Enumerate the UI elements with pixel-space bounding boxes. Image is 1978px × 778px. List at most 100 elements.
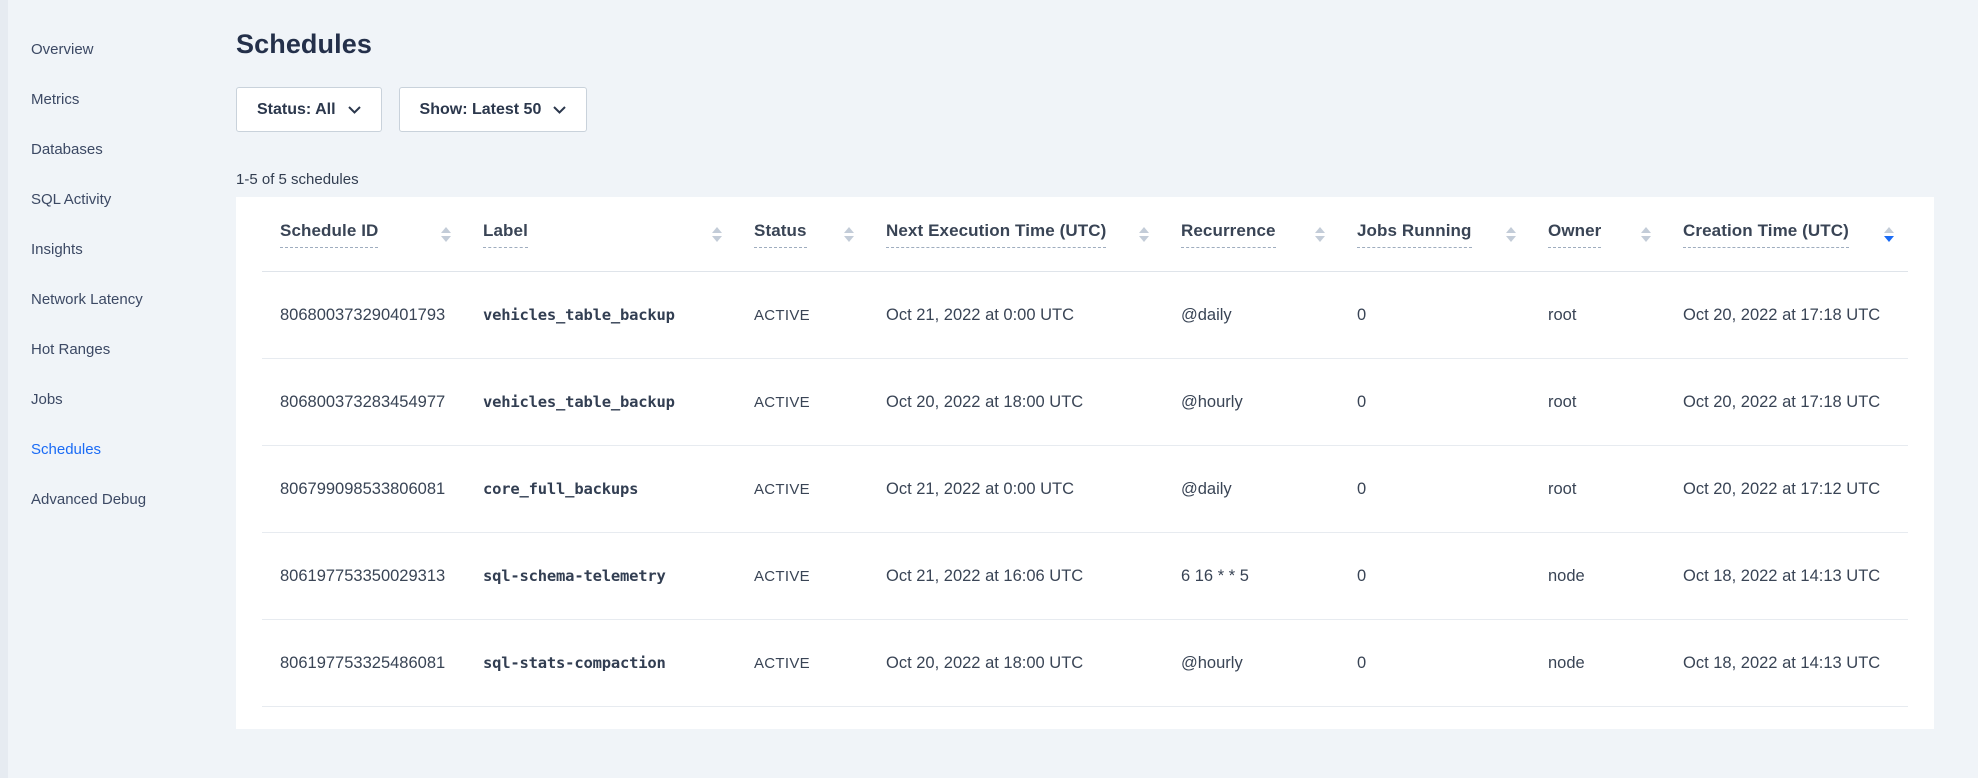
sidebar-item-schedules[interactable]: Schedules <box>8 424 236 474</box>
sort-down-arrow-icon <box>1139 236 1149 242</box>
cell-schedule-id: 806197753350029313 <box>262 533 483 619</box>
cell-owner: node <box>1548 533 1683 619</box>
cell-creation-time: Oct 20, 2022 at 17:18 UTC <box>1683 359 1908 445</box>
chevron-down-icon <box>348 106 361 114</box>
sort-up-arrow-icon <box>1506 227 1516 233</box>
sort-up-arrow-icon <box>844 227 854 233</box>
sidebar-item-label: Insights <box>31 241 83 258</box>
cell-jobs-running: 0 <box>1357 446 1548 532</box>
column-header-creation-time-utc[interactable]: Creation Time (UTC) <box>1683 197 1908 271</box>
cell-schedule-id: 806799098533806081 <box>262 446 483 532</box>
schedules-table-card: Schedule ID Label Status Next Execution … <box>236 197 1934 729</box>
sort-icon[interactable] <box>441 227 451 242</box>
cell-label: core_full_backups <box>483 446 754 532</box>
column-header-next-execution-time-utc[interactable]: Next Execution Time (UTC) <box>886 197 1181 271</box>
sort-down-arrow-icon <box>1315 236 1325 242</box>
column-header-label: Recurrence <box>1181 221 1276 248</box>
cell-schedule-id: 806800373290401793 <box>262 272 483 358</box>
column-header-recurrence[interactable]: Recurrence <box>1181 197 1357 271</box>
cell-schedule-id: 806800373283454977 <box>262 359 483 445</box>
column-header-label: Jobs Running <box>1357 221 1472 248</box>
sort-down-arrow-icon <box>1641 236 1651 242</box>
cell-status: ACTIVE <box>754 533 886 619</box>
sidebar-item-insights[interactable]: Insights <box>8 224 236 274</box>
column-header-owner[interactable]: Owner <box>1548 197 1683 271</box>
cell-label: vehicles_table_backup <box>483 272 754 358</box>
sidebar-item-metrics[interactable]: Metrics <box>8 74 236 124</box>
sidebar-item-advanced-debug[interactable]: Advanced Debug <box>8 474 236 524</box>
sidebar-item-overview[interactable]: Overview <box>8 24 236 74</box>
main-content: Schedules Status: All Show: Latest 50 1-… <box>236 0 1978 778</box>
column-header-label: Next Execution Time (UTC) <box>886 221 1106 248</box>
sort-icon[interactable] <box>1315 227 1325 242</box>
column-header-jobs-running[interactable]: Jobs Running <box>1357 197 1548 271</box>
sidebar-item-label: Jobs <box>31 391 63 408</box>
sort-icon[interactable] <box>712 227 722 242</box>
cell-recurrence: @daily <box>1181 272 1357 358</box>
column-header-label: Owner <box>1548 221 1601 248</box>
window-left-edge <box>0 0 8 778</box>
column-header-schedule-id[interactable]: Schedule ID <box>262 197 483 271</box>
sidebar-item-hot-ranges[interactable]: Hot Ranges <box>8 324 236 374</box>
filter-bar: Status: All Show: Latest 50 <box>236 87 1978 132</box>
cell-next-execution-time: Oct 21, 2022 at 16:06 UTC <box>886 533 1181 619</box>
cell-creation-time: Oct 20, 2022 at 17:12 UTC <box>1683 446 1908 532</box>
sidebar-item-sql-activity[interactable]: SQL Activity <box>8 174 236 224</box>
cell-status: ACTIVE <box>754 446 886 532</box>
sidebar-item-label: Schedules <box>31 441 101 458</box>
cell-status: ACTIVE <box>754 620 886 706</box>
sort-down-arrow-icon <box>1506 236 1516 242</box>
sidebar-item-label: Advanced Debug <box>31 491 146 508</box>
sidebar: Overview Metrics Databases SQL Activity … <box>8 0 236 778</box>
cell-label: sql-stats-compaction <box>483 620 754 706</box>
cell-owner: root <box>1548 359 1683 445</box>
table-row: 806799098533806081core_full_backupsACTIV… <box>262 446 1908 533</box>
status-filter-label: Status: All <box>257 101 336 119</box>
sidebar-item-label: Hot Ranges <box>31 341 110 358</box>
sort-icon[interactable] <box>1139 227 1149 242</box>
table-row: 806197753350029313sql-schema-telemetryAC… <box>262 533 1908 620</box>
cell-schedule-id: 806197753325486081 <box>262 620 483 706</box>
cell-next-execution-time: Oct 21, 2022 at 0:00 UTC <box>886 446 1181 532</box>
cell-recurrence: @hourly <box>1181 359 1357 445</box>
cell-status: ACTIVE <box>754 359 886 445</box>
cell-recurrence: 6 16 * * 5 <box>1181 533 1357 619</box>
cell-creation-time: Oct 18, 2022 at 14:13 UTC <box>1683 620 1908 706</box>
cell-jobs-running: 0 <box>1357 272 1548 358</box>
sidebar-item-network-latency[interactable]: Network Latency <box>8 274 236 324</box>
show-filter-label: Show: Latest 50 <box>420 101 542 119</box>
sidebar-item-jobs[interactable]: Jobs <box>8 374 236 424</box>
sort-icon[interactable] <box>1641 227 1651 242</box>
sidebar-nav: Overview Metrics Databases SQL Activity … <box>8 24 236 524</box>
table-row: 806197753325486081sql-stats-compactionAC… <box>262 620 1908 707</box>
sidebar-item-label: Metrics <box>31 91 79 108</box>
cell-jobs-running: 0 <box>1357 359 1548 445</box>
show-filter-dropdown[interactable]: Show: Latest 50 <box>399 87 588 132</box>
column-header-label: Label <box>483 221 528 248</box>
cell-next-execution-time: Oct 21, 2022 at 0:00 UTC <box>886 272 1181 358</box>
sort-icon[interactable] <box>844 227 854 242</box>
sort-up-arrow-icon <box>712 227 722 233</box>
sort-icon[interactable] <box>1884 227 1894 242</box>
status-filter-dropdown[interactable]: Status: All <box>236 87 382 132</box>
chevron-down-icon <box>553 106 566 114</box>
cell-owner: root <box>1548 272 1683 358</box>
column-header-label: Schedule ID <box>280 221 378 248</box>
sort-down-arrow-icon <box>1884 236 1894 242</box>
column-header-label: Status <box>754 221 807 248</box>
cell-next-execution-time: Oct 20, 2022 at 18:00 UTC <box>886 359 1181 445</box>
column-header-label[interactable]: Label <box>483 197 754 271</box>
sort-up-arrow-icon <box>1641 227 1651 233</box>
cell-recurrence: @hourly <box>1181 620 1357 706</box>
cell-next-execution-time: Oct 20, 2022 at 18:00 UTC <box>886 620 1181 706</box>
column-header-status[interactable]: Status <box>754 197 886 271</box>
sidebar-item-databases[interactable]: Databases <box>8 124 236 174</box>
cell-recurrence: @daily <box>1181 446 1357 532</box>
sort-down-arrow-icon <box>441 236 451 242</box>
cell-label: sql-schema-telemetry <box>483 533 754 619</box>
sidebar-item-label: Databases <box>31 141 103 158</box>
cell-jobs-running: 0 <box>1357 620 1548 706</box>
sort-up-arrow-icon <box>1139 227 1149 233</box>
cell-owner: node <box>1548 620 1683 706</box>
sort-icon[interactable] <box>1506 227 1516 242</box>
